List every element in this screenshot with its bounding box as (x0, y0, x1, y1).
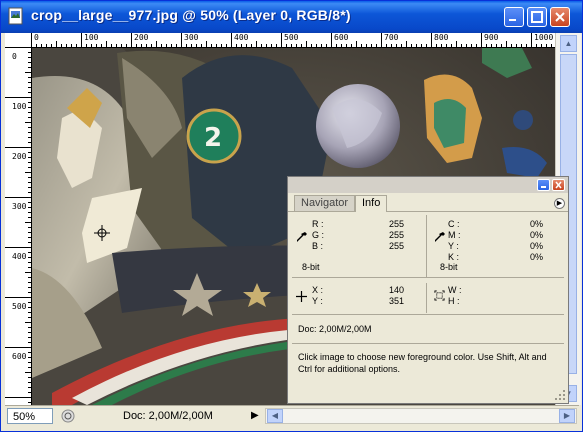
ruler-label: 0 (34, 33, 39, 42)
status-info-icon[interactable] (61, 409, 75, 423)
crosshair-cursor-icon (94, 225, 110, 241)
ruler-label: 600 (12, 352, 27, 361)
y-value: 351 (388, 296, 404, 306)
eyedropper-icon (297, 232, 307, 242)
ruler-label: 100 (12, 102, 27, 111)
cmyk-y-label: Y : (448, 241, 459, 251)
cmyk-k-label: K : (448, 252, 460, 262)
y-label: Y : (312, 296, 323, 306)
horizontal-ruler[interactable]: 0 100 200 300 400 500 600 700 800 900 10… (31, 33, 555, 48)
tab-info[interactable]: Info (355, 195, 388, 212)
status-menu-arrow-icon[interactable]: ▶ (251, 410, 259, 421)
ruler-origin[interactable] (5, 33, 32, 48)
ruler-label: 400 (12, 252, 27, 261)
palette-doc-size: Doc: 2,00M/2,00M (298, 324, 372, 334)
divider (292, 277, 564, 278)
rgb-r-label: R : (312, 219, 324, 229)
status-bar: 50% Doc: 2,00M/2,00M ▶ ◀ ▶ (5, 405, 579, 428)
divider (292, 314, 564, 315)
ruler-label: 300 (12, 202, 27, 211)
rgb-b-value: 255 (388, 241, 404, 251)
document-window: crop__large__977.jpg @ 50% (Layer 0, RGB… (0, 0, 583, 432)
maximize-icon (531, 11, 543, 23)
document-size-status: Doc: 2,00M/2,00M (123, 410, 213, 422)
cmyk-c-value: 0% (529, 219, 543, 229)
title-bar[interactable]: crop__large__977.jpg @ 50% (Layer 0, RGB… (1, 1, 582, 33)
rgb-bitdepth: 8-bit (302, 262, 320, 272)
ruler-label: 500 (12, 302, 27, 311)
palette-minimize-button[interactable] (537, 179, 550, 191)
horizontal-scrollbar[interactable]: ◀ ▶ (265, 408, 577, 424)
palette-help-text: Click image to choose new foreground col… (298, 352, 547, 374)
ruler-label: 800 (434, 33, 449, 42)
window-title: crop__large__977.jpg @ 50% (Layer 0, RGB… (31, 7, 351, 23)
resize-grip-icon[interactable] (554, 389, 566, 401)
x-label: X : (312, 285, 324, 295)
eyedropper-icon (435, 232, 445, 242)
cmyk-c-label: C : (448, 219, 460, 229)
info-palette: Navigator Info ▶ R : G : B : 255 255 255… (287, 176, 569, 404)
tab-navigator[interactable]: Navigator (294, 195, 356, 211)
minimize-icon (509, 19, 516, 21)
ruler-label: 700 (384, 33, 399, 42)
ruler-label: 400 (234, 33, 249, 42)
divider (426, 215, 427, 277)
divider (292, 343, 564, 344)
close-icon (555, 181, 562, 189)
palette-close-button[interactable] (552, 179, 565, 191)
close-icon (555, 12, 565, 22)
palette-title-bar[interactable] (288, 177, 568, 193)
palette-menu-button[interactable]: ▶ (554, 198, 565, 209)
ruler-label: 600 (334, 33, 349, 42)
close-button[interactable] (550, 7, 570, 27)
x-value: 140 (388, 285, 404, 295)
cmyk-k-value: 0% (529, 252, 543, 262)
h-label: H : (448, 296, 460, 306)
ruler-label: 900 (484, 33, 499, 42)
rgb-g-value: 255 (388, 230, 404, 240)
rgb-g-label: G : (312, 230, 325, 240)
zoom-level-field[interactable]: 50% (7, 408, 53, 424)
rgb-r-value: 255 (388, 219, 404, 229)
vertical-ruler[interactable]: 0 100 200 300 400 500 600 (5, 47, 32, 405)
w-label: W : (448, 285, 462, 295)
ruler-label: 0 (12, 52, 17, 61)
ruler-label: 100 (84, 33, 99, 42)
minimize-button[interactable] (504, 7, 524, 27)
photoshop-document-icon (8, 7, 23, 25)
cmyk-y-value: 0% (529, 241, 543, 251)
ruler-label: 200 (12, 152, 27, 161)
ruler-label: 300 (184, 33, 199, 42)
ruler-label: 200 (134, 33, 149, 42)
ruler-label: 1000 (534, 33, 554, 42)
cmyk-m-label: M : (448, 230, 461, 240)
ruler-label: 500 (284, 33, 299, 42)
rgb-b-label: B : (312, 241, 324, 251)
crosshair-icon (296, 291, 307, 302)
selection-size-icon (434, 290, 445, 301)
scroll-right-button[interactable]: ▶ (559, 409, 575, 423)
info-panel-body: R : G : B : 255 255 255 8-bit C : M : Y … (292, 213, 564, 373)
minimize-icon (541, 186, 546, 188)
cmyk-bitdepth: 8-bit (440, 262, 458, 272)
divider (426, 283, 427, 313)
cmyk-m-value: 0% (529, 230, 543, 240)
svg-text:2: 2 (204, 123, 222, 153)
scroll-up-button[interactable]: ▲ (560, 35, 577, 52)
palette-tabs: Navigator Info (288, 195, 568, 212)
scroll-left-button[interactable]: ◀ (267, 409, 283, 423)
maximize-button[interactable] (527, 7, 547, 27)
